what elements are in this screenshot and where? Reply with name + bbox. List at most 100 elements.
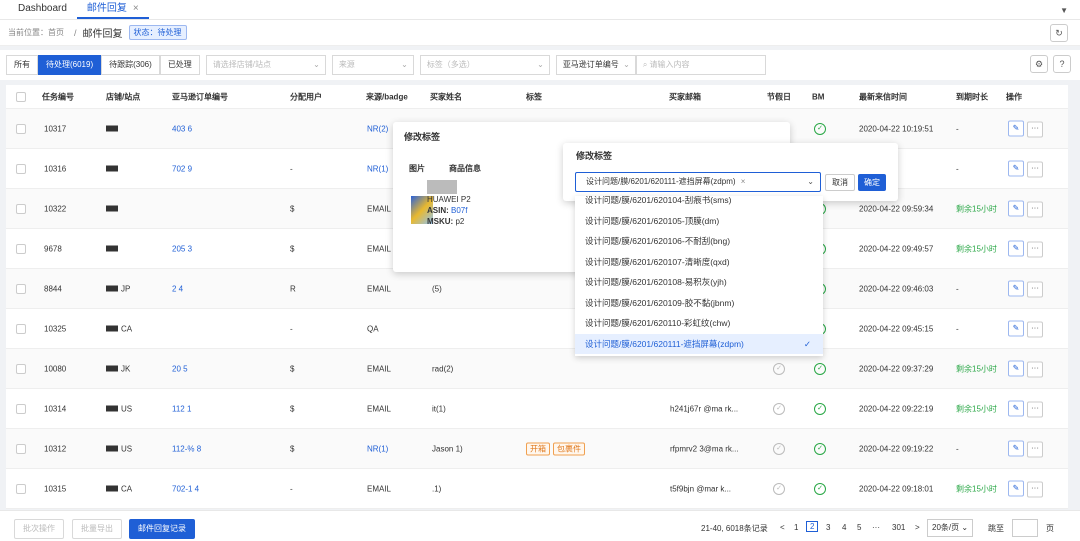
page-1[interactable]: 1 — [794, 523, 798, 532]
more-icon[interactable]: ··· — [1027, 481, 1043, 497]
goto-page-input[interactable] — [1012, 519, 1038, 537]
batch-export-button[interactable]: 批量导出 — [72, 519, 122, 539]
row-actions: ✎ ··· — [1008, 440, 1043, 457]
more-icon[interactable]: ··· — [1027, 121, 1043, 137]
email-record-button[interactable]: 邮件回复记录 — [129, 519, 195, 539]
settings-icon[interactable]: ⚙ — [1030, 55, 1048, 73]
row-checkbox[interactable] — [16, 163, 26, 174]
tag-selector-input[interactable]: 设计问题/膜/6201/620111-遮挡屏幕(zdpm) × ⌄ — [575, 172, 821, 192]
asin-value[interactable]: B07f — [451, 206, 467, 215]
more-icon[interactable]: ··· — [1027, 361, 1043, 377]
batch-action-button[interactable]: 批次操作 — [14, 519, 64, 539]
more-icon[interactable]: ··· — [1027, 281, 1043, 297]
tag-option[interactable]: 设计问题/膜/6201/620111-遮挡屏幕(zdpm) ✓ — [575, 333, 823, 354]
row-checkbox[interactable] — [16, 203, 26, 214]
page-5[interactable]: 5 — [857, 523, 861, 532]
source[interactable]: NR(1) — [367, 444, 388, 453]
table-row[interactable]: 10314 US 112 1 $ EMAIL it(1) h241j67r @m… — [6, 389, 1068, 429]
filter-tracking-button[interactable]: 待跟踪(306) — [101, 55, 160, 75]
order-number[interactable]: 112 1 — [172, 404, 191, 413]
row-checkbox[interactable] — [16, 243, 26, 254]
row-checkbox[interactable] — [16, 283, 26, 294]
tag-option[interactable]: 设计问题/膜/6201/620105-顶膜(dm) — [575, 211, 823, 232]
tag-option[interactable]: 设计问题/膜/6201/620107-清晰度(qxd) — [575, 252, 823, 273]
search-field-select[interactable]: 亚马逊订单编号 ⌄ — [555, 55, 636, 75]
chevron-down-icon[interactable]: ▼ — [1060, 6, 1068, 15]
redacted-block — [106, 245, 118, 252]
page-size-select[interactable]: 20条/页 ⌄ — [927, 519, 974, 537]
cancel-button[interactable]: 取消 — [825, 174, 855, 191]
table-row[interactable]: 8844 JP 2 4 R EMAIL (5) ✓ ✓ 2020-04-22 0… — [6, 269, 1068, 309]
tab-email-reply[interactable]: 邮件回复 × — [76, 0, 149, 19]
row-checkbox[interactable] — [16, 403, 26, 414]
row-checkbox[interactable] — [16, 483, 26, 494]
source-select[interactable]: 来源 ⌄ — [331, 55, 414, 75]
more-icon[interactable]: ··· — [1027, 161, 1043, 177]
page-3[interactable]: 3 — [826, 523, 830, 532]
page-2[interactable]: 2 — [806, 521, 819, 532]
order-number[interactable]: 702 9 — [172, 164, 192, 173]
tag-option[interactable]: 设计问题/膜/6201/620110-彩虹纹(chw) — [575, 313, 823, 334]
tab-dashboard[interactable]: Dashboard — [8, 0, 77, 19]
order-number[interactable]: 2 4 — [172, 284, 183, 293]
edit-icon[interactable]: ✎ — [1008, 200, 1024, 216]
order-number[interactable]: 20 5 — [172, 364, 188, 373]
next-page-button[interactable]: > — [915, 523, 920, 532]
search-input[interactable]: ⌕ 请输入内容 — [635, 55, 766, 75]
edit-icon[interactable]: ✎ — [1008, 440, 1024, 456]
edit-icon[interactable]: ✎ — [1008, 160, 1024, 176]
row-checkbox[interactable] — [16, 363, 26, 374]
close-icon[interactable]: × — [133, 3, 139, 14]
header-task-id[interactable]: 任务编号 — [42, 91, 74, 102]
filter-all-button[interactable]: 所有 — [6, 55, 38, 75]
row-checkbox[interactable] — [16, 323, 26, 334]
row-tag[interactable]: 包裹件 — [553, 442, 585, 455]
row-checkbox[interactable] — [16, 443, 26, 454]
edit-icon[interactable]: ✎ — [1008, 360, 1024, 376]
chevron-down-icon[interactable]: ⌄ — [807, 173, 814, 191]
store-select[interactable]: 请选择店铺/站点 ⌄ — [205, 55, 326, 75]
page-ellipsis[interactable]: ··· — [872, 523, 880, 532]
more-icon[interactable]: ··· — [1027, 201, 1043, 217]
more-icon[interactable]: ··· — [1027, 241, 1043, 257]
more-icon[interactable]: ··· — [1027, 321, 1043, 337]
prev-page-button[interactable]: < — [780, 523, 785, 532]
table-row[interactable]: 10315 CA 702-1 4 - EMAIL .1) t5f9bjn @ma… — [6, 469, 1068, 509]
page-4[interactable]: 4 — [842, 523, 846, 532]
order-number[interactable]: 112-% 8 — [172, 444, 201, 453]
edit-icon[interactable]: ✎ — [1008, 400, 1024, 416]
select-all-checkbox[interactable] — [16, 91, 26, 102]
tag-option[interactable]: 设计问题/膜/6201/620104-刮痕书(sms) — [575, 196, 823, 211]
tag-remove-icon[interactable]: × — [741, 177, 746, 186]
order-number[interactable]: 702-1 4 — [172, 484, 199, 493]
confirm-button[interactable]: 确定 — [858, 174, 886, 191]
breadcrumb-location[interactable]: 当前位置：首页 — [8, 27, 64, 38]
page-last[interactable]: 301 — [892, 523, 905, 532]
tag-option[interactable]: 设计问题/膜/6201/620106-不耐刮(bng) — [575, 231, 823, 252]
edit-icon[interactable]: ✎ — [1008, 480, 1024, 496]
row-checkbox[interactable] — [16, 123, 26, 134]
table-row[interactable]: 10080 JK 20 5 $ EMAIL rad(2) ✓ ✓ 2020-04… — [6, 349, 1068, 389]
filter-pending-button[interactable]: 待处理(6019) — [38, 55, 102, 75]
edit-icon[interactable]: ✎ — [1008, 240, 1024, 256]
help-icon[interactable]: ? — [1053, 55, 1071, 73]
tag-option[interactable]: 设计问题/膜/6201/620109-胶不黏(jbnm) — [575, 293, 823, 314]
filter-done-button[interactable]: 已处理 — [159, 55, 200, 75]
tag-select[interactable]: 标签（多选） ⌄ — [419, 55, 550, 75]
order-number[interactable]: 403 6 — [172, 124, 192, 133]
header-bm[interactable]: BM — [812, 92, 824, 101]
more-icon[interactable]: ··· — [1027, 401, 1043, 417]
row-tag[interactable]: 开箱 — [526, 442, 550, 455]
order-number[interactable]: 205 3 — [172, 244, 192, 253]
source[interactable]: NR(1) — [367, 164, 388, 173]
table-row[interactable]: 10325 CA - QA ✓ ✓ 2020-04-22 09:45:15 - … — [6, 309, 1068, 349]
source[interactable]: NR(2) — [367, 124, 388, 133]
edit-icon[interactable]: ✎ — [1008, 120, 1024, 136]
more-icon[interactable]: ··· — [1027, 441, 1043, 457]
refresh-icon[interactable]: ↻ — [1050, 24, 1068, 42]
header-latest-time[interactable]: 最新来信时间 — [859, 91, 907, 102]
table-row[interactable]: 10312 US 112-% 8 $ NR(1) Jason 1) 开箱 包裹件 … — [6, 429, 1068, 469]
tag-option[interactable]: 设计问题/膜/6201/620108-易积灰(yjh) — [575, 272, 823, 293]
edit-icon[interactable]: ✎ — [1008, 320, 1024, 336]
edit-icon[interactable]: ✎ — [1008, 280, 1024, 296]
